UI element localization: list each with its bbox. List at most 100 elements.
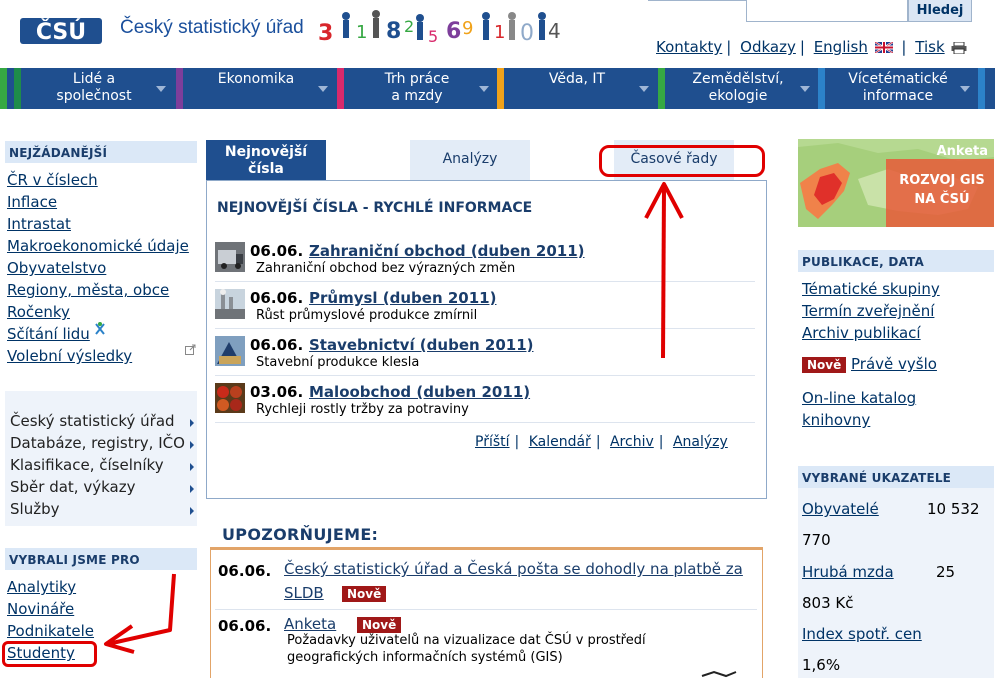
links-link[interactable]: Odkazy <box>740 38 796 56</box>
nav-accent <box>658 68 665 109</box>
link-journalists[interactable]: Novináře <box>7 600 74 618</box>
chevron-down-icon <box>318 86 328 92</box>
chevron-right-icon <box>190 441 194 449</box>
chevron-down-icon <box>960 86 970 92</box>
link-next[interactable]: Příští <box>475 434 510 450</box>
news-description: Stavební produkce klesla <box>256 355 420 370</box>
nav-item-science-it[interactable]: Věda, IT <box>497 68 657 109</box>
notice-title: UPOZORŇUJEME: <box>222 525 379 544</box>
news-link-retail[interactable]: Maloobchod (duben 2011) <box>309 383 530 401</box>
news-link-industry[interactable]: Průmysl (duben 2011) <box>309 289 496 307</box>
print-link[interactable]: Tisk <box>915 38 944 56</box>
uk-flag-icon <box>874 42 893 53</box>
link-analysts[interactable]: Analytiky <box>7 578 76 596</box>
english-link[interactable]: English <box>814 38 868 56</box>
site-header: ČSÚ Český statistický úřad 3 1 8 2 5 6 9… <box>0 0 995 68</box>
indicator-population[interactable]: Obyvatelé <box>802 500 879 518</box>
nav-label: a mzdy <box>391 88 443 104</box>
menu-item-classifications[interactable]: Klasifikace, číselníky <box>10 456 164 474</box>
nav-label: Lidé a <box>72 71 116 87</box>
svg-text:6: 6 <box>446 19 461 44</box>
svg-text:1: 1 <box>494 22 505 43</box>
annotation-fragment <box>701 670 737 678</box>
nav-item-economy[interactable]: Ekonomika <box>176 68 336 109</box>
link-macroeconomic-data[interactable]: Makroekonomické údaje <box>7 237 189 255</box>
nav-edge <box>978 68 995 109</box>
tab-analyses[interactable]: Analýzy <box>410 140 530 180</box>
divider <box>215 422 755 423</box>
notice-link-survey[interactable]: Anketa <box>284 615 336 633</box>
svg-text:9: 9 <box>462 18 473 39</box>
contacts-link[interactable]: Kontakty <box>656 38 722 56</box>
link-archive[interactable]: Archiv <box>610 434 654 450</box>
news-link-foreign-trade[interactable]: Zahraniční obchod (duben 2011) <box>309 242 585 260</box>
external-link-icon <box>185 344 196 355</box>
chevron-down-icon <box>479 86 489 92</box>
site-name: Český statistický úřad <box>120 17 304 38</box>
arrow-left-annotation <box>104 573 176 654</box>
separator: | <box>658 434 664 450</box>
nav-accent <box>497 68 504 109</box>
link-calendar[interactable]: Kalendář <box>529 434 591 450</box>
indicator-value: 803 Kč <box>802 594 854 612</box>
gis-survey-banner[interactable]: Anketa ROZVOJ GIS NA ČSÚ <box>798 139 994 227</box>
nav-item-people-society[interactable]: Lidé a společnost <box>14 68 174 109</box>
nav-label: Vícetématické <box>848 71 948 87</box>
apples-thumbnail <box>215 383 245 413</box>
link-library[interactable]: knihovny <box>802 411 870 429</box>
nav-accent <box>0 68 7 109</box>
link-yearbooks[interactable]: Ročenky <box>7 303 70 321</box>
separator: | <box>901 38 907 56</box>
svg-text:1: 1 <box>356 22 367 43</box>
menu-item-csu[interactable]: Český statistický úřad <box>10 412 175 430</box>
svg-text:3: 3 <box>318 21 333 46</box>
csu-logo[interactable]: ČSÚ <box>20 12 102 44</box>
link-regions[interactable]: Regiony, města, obce <box>7 281 169 299</box>
nav-item-labour-wages[interactable]: Trh práce a mzdy <box>337 68 497 109</box>
new-badge: Nově <box>357 617 402 633</box>
link-cr-in-numbers[interactable]: ČR v číslech <box>7 171 98 189</box>
indicator-gross-wage[interactable]: Hrubá mzda <box>802 563 894 581</box>
notice-date: 06.06. <box>218 562 272 580</box>
menu-item-services[interactable]: Služby <box>10 500 59 518</box>
construction-thumbnail <box>215 336 245 366</box>
menu-item-data-collection[interactable]: Sběr dat, výkazy <box>10 478 135 496</box>
indicator-value: 10 532 <box>927 500 980 518</box>
indicator-value: 25 <box>936 563 956 581</box>
link-publication-archive[interactable]: Archiv publikací <box>802 324 921 342</box>
search-button[interactable]: Hledej <box>908 0 972 22</box>
indicator-cpi[interactable]: Index spotř. cen <box>802 625 922 643</box>
link-population[interactable]: Obyvatelstvo <box>7 259 106 277</box>
link-just-released[interactable]: Právě vyšlo <box>851 355 937 373</box>
chevron-right-icon <box>190 419 194 427</box>
link-release-schedule[interactable]: Termín zveřejnění <box>802 302 934 320</box>
link-census[interactable]: Sčítání lidu <box>7 325 90 343</box>
nav-item-agriculture-ecology[interactable]: Zemědělství, ekologie <box>658 68 818 109</box>
main-navigation: Lidé a společnost Ekonomika Trh práce a … <box>0 68 995 109</box>
link-intrastat[interactable]: Intrastat <box>7 215 71 233</box>
link-thematic-groups[interactable]: Tématické skupiny <box>802 280 940 298</box>
tab-latest-figures[interactable]: Nejnovější čísla <box>206 140 326 181</box>
chevron-down-icon <box>800 86 810 92</box>
news-description: Rychleji rostly tržby za potraviny <box>256 402 469 417</box>
banner-label: Anketa <box>936 144 988 159</box>
link-online-catalog[interactable]: On-line katalog <box>802 389 916 407</box>
svg-text:2: 2 <box>404 17 414 36</box>
nav-accent <box>176 68 183 109</box>
nav-item-multi-topic[interactable]: Vícetématické informace <box>818 68 978 109</box>
news-link-construction[interactable]: Stavebnictví (duben 2011) <box>309 336 534 354</box>
link-entrepreneurs[interactable]: Podnikatele <box>7 622 94 640</box>
printer-icon <box>951 41 967 54</box>
menu-item-databases[interactable]: Databáze, registry, IČO <box>10 434 185 452</box>
tab-label: čísla <box>248 161 284 177</box>
svg-text:4: 4 <box>548 19 561 43</box>
news-description: Zahraniční obchod bez výrazných změn <box>256 261 516 276</box>
link-analyses[interactable]: Analýzy <box>673 434 728 450</box>
link-inflation[interactable]: Inflace <box>7 193 57 211</box>
separator: | <box>726 38 732 56</box>
link-election-results[interactable]: Volební výsledky <box>7 347 132 365</box>
banner-line: NA ČSÚ <box>914 192 970 207</box>
notice-link-sldb[interactable]: SLDB <box>284 584 324 602</box>
notice-link-post-agreement[interactable]: Český statistický úřad a Česká pošta se … <box>284 560 743 578</box>
search-input[interactable] <box>746 0 908 22</box>
